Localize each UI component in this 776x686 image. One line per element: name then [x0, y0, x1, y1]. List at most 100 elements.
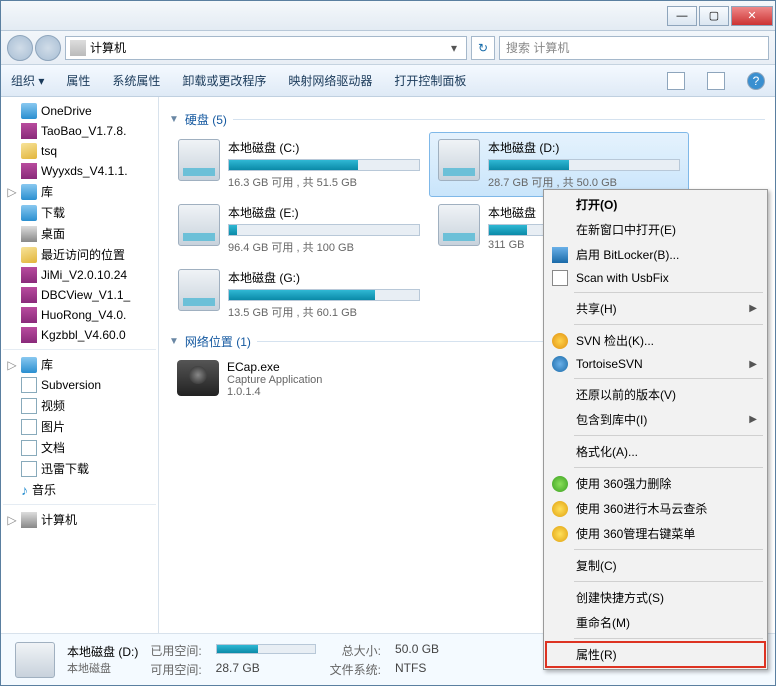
drive-icon [178, 269, 220, 311]
tree-item[interactable]: OneDrive [3, 101, 156, 121]
properties-button[interactable]: 属性 [66, 72, 90, 89]
menu-item[interactable]: 创建快捷方式(S) [546, 585, 765, 610]
menu-item[interactable]: 复制(C) [546, 553, 765, 578]
submenu-arrow-icon: ▶ [749, 303, 757, 314]
collapse-icon[interactable]: ▼ [169, 336, 179, 347]
tree-item[interactable]: 图片 [3, 416, 156, 437]
submenu-arrow-icon: ▶ [749, 414, 757, 425]
menu-item[interactable]: 包含到库中(I)▶ [546, 407, 765, 432]
menu-item[interactable]: 还原以前的版本(V) [546, 382, 765, 407]
menu-item[interactable]: 在新窗口中打开(E) [546, 217, 765, 242]
breadcrumb[interactable]: 计算机 [90, 39, 126, 56]
menu-item[interactable]: 属性(R) [546, 642, 765, 667]
map-drive-button[interactable]: 映射网络驱动器 [288, 72, 372, 89]
usage-bar [216, 644, 316, 654]
drive-item[interactable]: 本地磁盘 (D:)28.7 GB 可用 , 共 50.0 GB [429, 132, 689, 197]
titlebar: — ▢ ✕ [1, 1, 775, 31]
menu-item[interactable]: Scan with UsbFix [546, 267, 765, 289]
tree-item[interactable]: 下载 [3, 202, 156, 223]
menu-item[interactable]: TortoiseSVN▶ [546, 353, 765, 375]
navigation-tree[interactable]: OneDriveTaoBao_V1.7.8.tsqWyyxds_V4.1.1.▷… [1, 97, 159, 633]
help-icon[interactable]: ? [747, 72, 765, 90]
drive-name: 本地磁盘 (C:) [228, 139, 420, 156]
menu-item[interactable]: 使用 360强力删除 [546, 471, 765, 496]
drive-item[interactable]: 本地磁盘 (G:) 13.5 GB 可用 , 共 60.1 GB [169, 262, 429, 327]
drive-item[interactable]: 本地磁盘 (C:) 16.3 GB 可用 , 共 51.5 GB [169, 132, 429, 197]
rar-icon [21, 327, 37, 343]
menu-item[interactable]: 共享(H)▶ [546, 296, 765, 321]
rar-icon [21, 123, 37, 139]
status-title: 本地磁盘 (D:) [67, 643, 138, 660]
search-placeholder: 搜索 计算机 [506, 39, 569, 56]
tree-item[interactable]: 最近访问的位置 [3, 244, 156, 265]
tree-item[interactable]: DBCView_V1.1_ [3, 285, 156, 305]
control-panel-button[interactable]: 打开控制面板 [394, 72, 466, 89]
menu-item[interactable]: 启用 BitLocker(B)... [546, 242, 765, 267]
drive-free: 28.7 GB 可用 , 共 50.0 GB [488, 174, 680, 190]
netloc-desc: Capture Application [227, 374, 322, 386]
tree-item[interactable]: TaoBao_V1.7.8. [3, 121, 156, 141]
tree-item[interactable]: 迅雷下载 [3, 458, 156, 479]
tree-libraries[interactable]: ▷库 [3, 354, 156, 375]
tree-item[interactable]: Wyyxds_V4.1.1. [3, 161, 156, 181]
back-button[interactable] [7, 35, 33, 61]
collapse-icon[interactable]: ▼ [169, 114, 179, 125]
drive-free: 16.3 GB 可用 , 共 51.5 GB [228, 174, 420, 190]
tree-item[interactable]: ▷库 [3, 181, 156, 202]
refresh-button[interactable]: ↻ [471, 36, 495, 60]
menu-item[interactable]: 打开(O) [546, 192, 765, 217]
view-options-icon[interactable] [667, 72, 685, 90]
address-dropdown[interactable]: ▾ [446, 41, 462, 55]
forward-button[interactable] [35, 35, 61, 61]
tree-item[interactable]: ♪音乐 [3, 479, 156, 500]
menu-item[interactable]: 重命名(M) [546, 610, 765, 635]
explorer-window: — ▢ ✕ 计算机 ▾ ↻ 搜索 计算机 组织 ▾ 属性 系统属性 卸载或更改程… [0, 0, 776, 686]
total-value: 50.0 GB [395, 642, 439, 659]
menu-item[interactable]: 使用 360管理右键菜单 [546, 521, 765, 546]
rar-icon [21, 287, 37, 303]
tree-item[interactable]: 桌面 [3, 223, 156, 244]
maximize-button[interactable]: ▢ [699, 6, 729, 26]
camera-icon [177, 360, 219, 396]
tree-item[interactable]: Subversion [3, 375, 156, 395]
capacity-bar [228, 159, 420, 171]
capacity-bar [228, 224, 420, 236]
menu-item[interactable]: SVN 检出(K)... [546, 328, 765, 353]
360b-icon [552, 501, 568, 517]
tree-item[interactable]: 文档 [3, 437, 156, 458]
tree-item[interactable]: tsq [3, 141, 156, 161]
status-subtitle: 本地磁盘 [67, 660, 138, 676]
context-menu[interactable]: 打开(O)在新窗口中打开(E)启用 BitLocker(B)...Scan wi… [543, 189, 768, 670]
tree-item[interactable]: 视频 [3, 395, 156, 416]
tree-item[interactable]: HuoRong_V4.0. [3, 305, 156, 325]
menu-item[interactable]: 使用 360进行木马云查杀 [546, 496, 765, 521]
360a-icon [552, 476, 568, 492]
netloc-name: ECap.exe [227, 360, 322, 374]
used-label: 已用空间: [150, 642, 201, 659]
drive-free: 96.4 GB 可用 , 共 100 GB [228, 239, 420, 255]
uninstall-button[interactable]: 卸载或更改程序 [182, 72, 266, 89]
drives-section-header[interactable]: ▼ 硬盘 (5) [169, 105, 765, 132]
organize-menu[interactable]: 组织 ▾ [11, 72, 44, 89]
tort-icon [552, 356, 568, 372]
fs-label: 文件系统: [330, 661, 381, 678]
drive-free: 13.5 GB 可用 , 共 60.1 GB [228, 304, 420, 320]
drive-name: 本地磁盘 (G:) [228, 269, 420, 286]
tree-computer[interactable]: ▷计算机 [3, 509, 156, 530]
submenu-arrow-icon: ▶ [749, 359, 757, 370]
search-input[interactable]: 搜索 计算机 [499, 36, 769, 60]
preview-pane-icon[interactable] [707, 72, 725, 90]
tree-item[interactable]: JiMi_V2.0.10.24 [3, 265, 156, 285]
system-properties-button[interactable]: 系统属性 [112, 72, 160, 89]
minimize-button[interactable]: — [667, 6, 697, 26]
address-input[interactable]: 计算机 ▾ [65, 36, 467, 60]
doc-icon [21, 398, 37, 414]
drive-icon [178, 139, 220, 181]
rar-icon [21, 163, 37, 179]
drive-item[interactable]: 本地磁盘 (E:)96.4 GB 可用 , 共 100 GB [169, 197, 429, 262]
computer-icon [21, 226, 37, 242]
tree-item[interactable]: Kgzbbl_V4.60.0 [3, 325, 156, 345]
close-button[interactable]: ✕ [731, 6, 773, 26]
address-bar: 计算机 ▾ ↻ 搜索 计算机 [1, 31, 775, 65]
menu-item[interactable]: 格式化(A)... [546, 439, 765, 464]
